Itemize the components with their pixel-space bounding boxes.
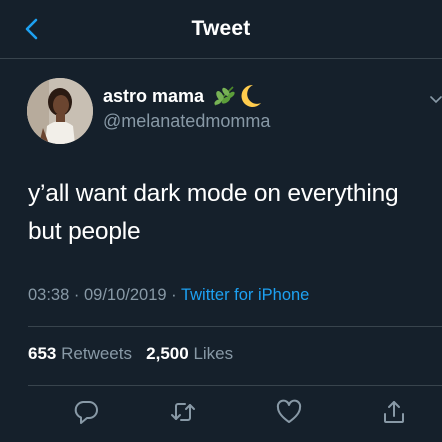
reply-button[interactable]: [72, 398, 100, 426]
share-icon: [384, 401, 404, 423]
meta-separator: ·: [171, 286, 177, 304]
reply-icon: [74, 401, 98, 424]
retweet-button[interactable]: [169, 398, 197, 426]
retweets-label: Retweets: [61, 344, 132, 363]
engagement-stats: 653 Retweets 2,500 Likes: [28, 344, 233, 364]
chevron-down-icon: [430, 96, 442, 104]
retweets-count: 653: [28, 344, 57, 363]
stats-divider-bottom: [28, 385, 442, 386]
meta-separator: ·: [73, 286, 80, 304]
avatar[interactable]: [27, 78, 93, 144]
tweet-text: y’all want dark mode on everything but p…: [28, 175, 438, 251]
more-options-button[interactable]: [430, 92, 442, 104]
avatar-photo: [27, 78, 93, 144]
header-divider: [0, 58, 442, 59]
display-name[interactable]: astro mama: [103, 86, 204, 107]
like-button[interactable]: [275, 398, 303, 426]
like-icon: [276, 399, 302, 423]
share-button[interactable]: [380, 398, 408, 426]
name-emojis: [211, 83, 263, 109]
likes-stat[interactable]: 2,500 Likes: [146, 344, 233, 363]
retweet-icon: [171, 403, 195, 421]
tweet-text-line: but people: [28, 218, 141, 245]
tweet-source-link[interactable]: Twitter for iPhone: [181, 286, 309, 304]
herb-icon: [214, 86, 235, 106]
likes-count: 2,500: [146, 344, 189, 363]
likes-label: Likes: [193, 344, 234, 363]
tweet-time: 03:38: [28, 286, 70, 304]
top-bar: Tweet: [0, 0, 442, 58]
user-handle[interactable]: @melanatedmomma: [103, 111, 270, 132]
page-title: Tweet: [191, 17, 251, 40]
tweet-date: 09/10/2019: [83, 286, 167, 304]
retweets-stat[interactable]: 653 Retweets: [28, 344, 137, 363]
stats-divider-top: [28, 326, 442, 327]
tweet-text-line: y’all want dark mode on everything: [28, 180, 399, 207]
crescent-moon-icon: [241, 84, 261, 107]
tweet-metadata: 03:38 · 09/10/2019 · Twitter for iPhone: [28, 286, 309, 305]
